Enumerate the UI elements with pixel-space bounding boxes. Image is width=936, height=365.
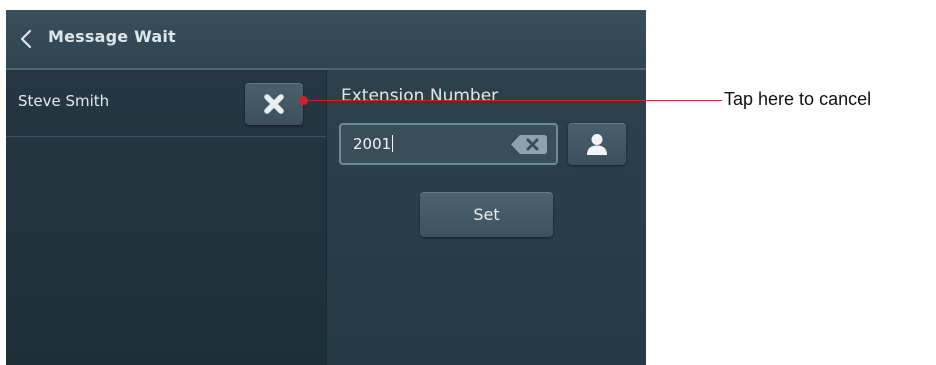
close-icon bbox=[264, 94, 284, 114]
chevron-left-icon[interactable] bbox=[18, 28, 36, 50]
annotation-line bbox=[306, 100, 722, 101]
recipient-name: Steve Smith bbox=[18, 92, 110, 110]
extension-value[interactable]: 2001 bbox=[353, 135, 394, 153]
recipient-list: Steve Smith bbox=[6, 70, 326, 365]
extension-input[interactable]: 2001 bbox=[339, 123, 558, 165]
page-title: Message Wait bbox=[48, 27, 176, 46]
person-icon bbox=[587, 134, 607, 155]
message-wait-screen: Message Wait Steve Smith Extension Numbe… bbox=[6, 10, 646, 365]
cancel-button[interactable] bbox=[245, 83, 303, 125]
set-button[interactable]: Set bbox=[420, 192, 553, 237]
backspace-icon bbox=[511, 135, 547, 154]
clear-input-button[interactable] bbox=[510, 134, 548, 155]
extension-label: Extension Number bbox=[341, 86, 499, 106]
contacts-button[interactable] bbox=[568, 123, 626, 165]
list-item[interactable]: Steve Smith bbox=[6, 70, 326, 137]
extension-panel: Extension Number 2001 Set bbox=[326, 70, 646, 365]
title-bar: Message Wait bbox=[6, 10, 646, 70]
annotation-label: Tap here to cancel bbox=[724, 89, 872, 109]
